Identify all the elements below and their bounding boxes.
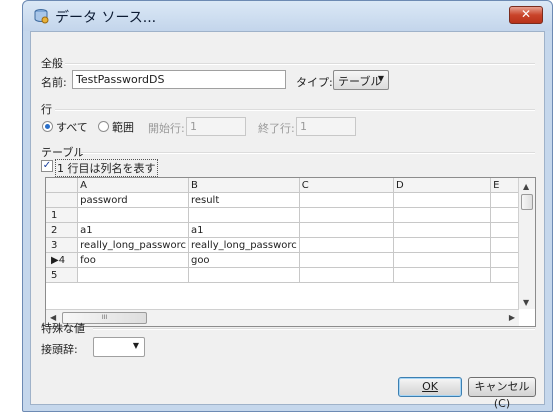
- table-cell[interactable]: [299, 192, 394, 208]
- vertical-scroll-thumb[interactable]: [521, 194, 533, 210]
- special-section-header: 特殊な値: [41, 322, 85, 335]
- row-header[interactable]: 1: [46, 207, 79, 223]
- end-row-label: 終了行:: [258, 122, 295, 135]
- row-header[interactable]: 5: [46, 267, 79, 283]
- name-field[interactable]: TestPasswordDS: [72, 70, 286, 89]
- data-source-dialog: データ ソース... ✕ 全般 名前: TestPasswordDS タイプ: …: [22, 0, 553, 412]
- table-row: 1: [46, 207, 535, 223]
- scroll-right-icon[interactable]: ▶: [509, 313, 515, 322]
- corner-cell[interactable]: [46, 178, 79, 193]
- table-divider: [81, 152, 535, 154]
- title-bar[interactable]: データ ソース... ✕: [23, 1, 552, 31]
- column-header-row: A B C D E: [46, 178, 535, 193]
- dialog-content: 全般 名前: TestPasswordDS タイプ: テーブル ▼ 行 すべて …: [30, 31, 545, 410]
- cancel-button-label: キャンセル(C): [474, 380, 530, 410]
- table-cell[interactable]: [299, 252, 394, 268]
- row-header[interactable]: 2: [46, 222, 79, 238]
- table-row: 3 really_long_passworc really_long_passw…: [46, 237, 535, 253]
- table-cell[interactable]: goo: [188, 252, 300, 268]
- prefix-select[interactable]: ▼: [93, 337, 145, 357]
- table-cell[interactable]: [188, 267, 300, 283]
- table-cell[interactable]: [299, 267, 394, 283]
- table-cell[interactable]: [393, 237, 492, 253]
- close-button[interactable]: ✕: [509, 6, 543, 24]
- column-header[interactable]: B: [188, 178, 300, 193]
- table-cell[interactable]: [77, 267, 189, 283]
- rows-all-label: すべて: [56, 121, 88, 134]
- row-header[interactable]: [46, 192, 79, 208]
- cancel-button[interactable]: キャンセル(C): [468, 377, 536, 410]
- table-cell[interactable]: [299, 207, 394, 223]
- first-row-names-checkbox[interactable]: ✓: [41, 160, 53, 172]
- table-cell[interactable]: result: [188, 192, 300, 208]
- column-header[interactable]: A: [77, 178, 189, 193]
- table-cell[interactable]: really_long_passworc: [188, 237, 300, 253]
- row-header[interactable]: ▶4: [46, 252, 79, 268]
- rows-all-radio[interactable]: [42, 121, 53, 132]
- table-cell[interactable]: [393, 222, 492, 238]
- column-header[interactable]: D: [393, 178, 492, 193]
- type-label: タイプ:: [296, 76, 333, 89]
- special-divider: [93, 328, 535, 330]
- table-row: 2 a1 a1: [46, 222, 535, 238]
- type-select-value: テーブル: [338, 75, 382, 88]
- table-cell[interactable]: really_long_passworc: [77, 237, 189, 253]
- table-cell[interactable]: [299, 237, 394, 253]
- table-cell[interactable]: [299, 222, 394, 238]
- prefix-label: 接頭辞:: [41, 343, 78, 356]
- end-row-field[interactable]: 1: [296, 117, 356, 136]
- table-row: ▶4 foo goo: [46, 252, 535, 268]
- horizontal-scrollbar[interactable]: ◀ III ▶: [46, 309, 519, 326]
- grid-table: A B C D E password result 1 2 a1 a1 3 re…: [46, 178, 535, 283]
- table-cell[interactable]: a1: [77, 222, 189, 238]
- rows-range-label: 範囲: [112, 121, 134, 134]
- ok-button[interactable]: OK: [398, 377, 462, 397]
- data-grid: A B C D E password result 1 2 a1 a1 3 re…: [45, 177, 536, 327]
- column-header[interactable]: C: [299, 178, 394, 193]
- scroll-down-icon[interactable]: ▼: [523, 298, 529, 307]
- data-source-icon: [34, 9, 49, 24]
- table-cell[interactable]: a1: [188, 222, 300, 238]
- start-row-label: 開始行:: [148, 122, 185, 135]
- table-cell[interactable]: [393, 192, 492, 208]
- first-row-names-label: 1 行目は列名を表す: [55, 159, 158, 177]
- name-label: 名前:: [41, 76, 67, 89]
- table-cell[interactable]: [77, 207, 189, 223]
- chevron-down-icon: ▼: [377, 74, 384, 83]
- chevron-down-icon: ▼: [132, 341, 139, 350]
- rows-divider: [55, 109, 535, 111]
- table-section-header: テーブル: [41, 146, 85, 159]
- scroll-up-icon[interactable]: ▲: [523, 182, 529, 191]
- general-divider: [65, 63, 535, 65]
- type-select[interactable]: テーブル ▼: [333, 70, 389, 90]
- ok-button-label: OK: [422, 380, 438, 393]
- table-row: password result: [46, 192, 535, 208]
- table-cell[interactable]: [393, 252, 492, 268]
- table-cell[interactable]: [393, 207, 492, 223]
- table-cell[interactable]: foo: [77, 252, 189, 268]
- table-cell[interactable]: [188, 207, 300, 223]
- row-header[interactable]: 3: [46, 237, 79, 253]
- window-title: データ ソース...: [55, 10, 157, 26]
- general-section-header: 全般: [41, 57, 63, 70]
- table-cell[interactable]: password: [77, 192, 189, 208]
- vertical-scrollbar[interactable]: ▲ ▼: [518, 178, 535, 309]
- rows-section-header: 行: [41, 103, 52, 116]
- table-cell[interactable]: [393, 267, 492, 283]
- start-row-field[interactable]: 1: [186, 117, 246, 136]
- table-row: 5: [46, 267, 535, 283]
- rows-range-radio[interactable]: [98, 121, 109, 132]
